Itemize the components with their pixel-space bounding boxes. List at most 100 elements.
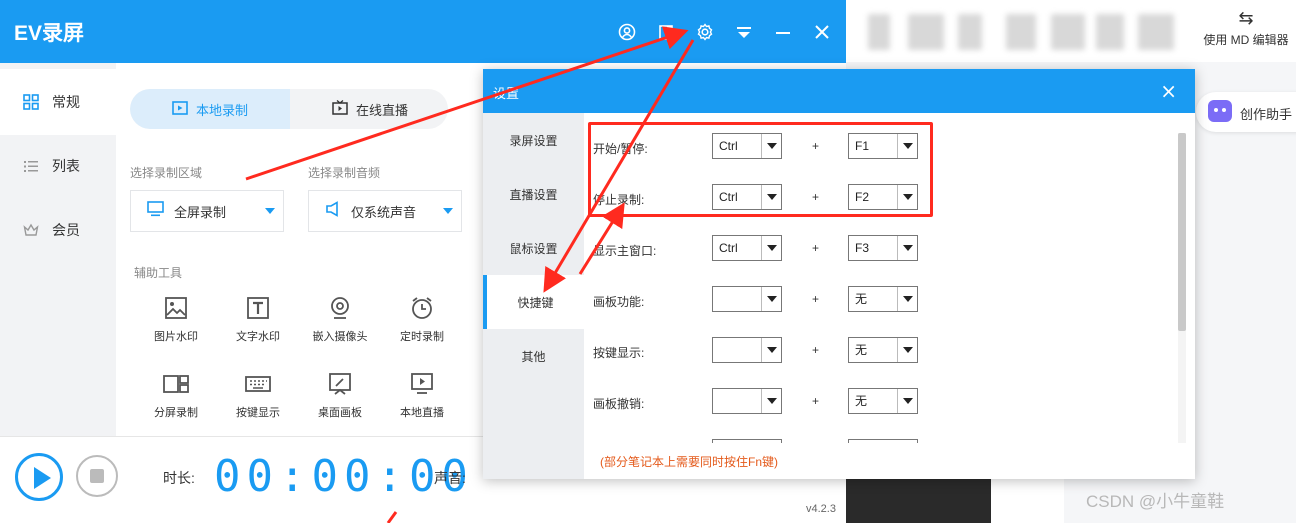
blurred-toolbar [846, 0, 1196, 62]
sidebar-item-list[interactable]: 列表 [0, 133, 116, 199]
list-icon [22, 157, 40, 175]
key-select[interactable]: F3 [848, 235, 918, 261]
monitor-play-icon [381, 372, 463, 396]
modifier-select[interactable] [712, 439, 782, 443]
watermark: CSDN @小牛童鞋 [1086, 492, 1225, 511]
tool-local-live[interactable]: 本地直播 [381, 372, 463, 420]
hotkey-label: 按键显示: [593, 346, 645, 360]
tool-embed-camera[interactable]: 嵌入摄像头 [299, 296, 381, 344]
tool-image-watermark[interactable]: 图片水印 [135, 296, 217, 344]
split-screen-icon [135, 372, 217, 396]
close-icon[interactable]: × [1160, 79, 1177, 103]
sidebar-item-label: 会员 [52, 222, 80, 238]
tool-label: 分屏录制 [154, 407, 198, 419]
tab-other[interactable]: 其他 [483, 329, 584, 383]
modifier-select[interactable] [712, 337, 782, 363]
drawing-board-icon [299, 372, 381, 396]
user-icon[interactable] [615, 20, 639, 44]
md-editor-label: 使用 MD 编辑器 [1203, 33, 1289, 47]
modifier-select[interactable] [712, 286, 782, 312]
swap-icon: ⇆ [1238, 8, 1254, 29]
tool-label: 按键显示 [236, 407, 280, 419]
record-area-label: 选择录制区域 [130, 166, 203, 180]
plus-sign: + [812, 292, 820, 306]
hotkey-label: 显示主窗口: [593, 244, 657, 258]
select-value: 无 [855, 292, 868, 306]
chevron-down-icon [761, 338, 781, 362]
speaker-icon [325, 200, 341, 222]
blurred-item [868, 14, 890, 50]
tool-desktop-board[interactable]: 桌面画板 [299, 372, 381, 420]
settings-gear-icon[interactable] [693, 20, 717, 44]
hotkey-row-board-undo: 画板撤销: + 无 [584, 388, 1184, 418]
tab-local-record[interactable]: 本地录制 [130, 89, 290, 129]
plus-sign: + [812, 394, 820, 408]
live-icon [332, 100, 348, 118]
play-button[interactable] [15, 453, 63, 501]
sidebar-item-label: 常规 [52, 94, 80, 110]
tool-split-screen[interactable]: 分屏录制 [135, 372, 217, 420]
creation-assistant-button[interactable]: 创作助手 [1196, 92, 1296, 132]
tab-mouse-settings[interactable]: 鼠标设置 [483, 221, 584, 275]
annotation-highlight-box [588, 122, 933, 217]
tool-timed-record[interactable]: 定时录制 [381, 296, 463, 344]
modifier-select[interactable] [712, 388, 782, 414]
plus-sign: + [812, 241, 820, 255]
modifier-select[interactable]: Ctrl [712, 235, 782, 261]
tab-live-stream[interactable]: 在线直播 [290, 89, 448, 129]
tab-live-settings[interactable]: 直播设置 [483, 167, 584, 221]
tool-label: 桌面画板 [318, 407, 362, 419]
chevron-down-icon [897, 389, 917, 413]
tool-label: 嵌入摄像头 [312, 331, 368, 343]
hotkey-row-show-main: 显示主窗口: Ctrl + F3 [584, 235, 1184, 265]
minimize-icon[interactable] [771, 20, 795, 44]
sidebar-item-vip[interactable]: 会员 [0, 197, 116, 263]
blurred-item [908, 14, 944, 50]
tool-label: 图片水印 [154, 331, 198, 343]
chevron-down-icon [761, 287, 781, 311]
md-editor-button[interactable]: ⇆ 使用 MD 编辑器 [1196, 0, 1296, 62]
camera-icon [299, 296, 381, 320]
record-audio-dropdown[interactable]: 仅系统声音 [308, 190, 462, 232]
skin-icon[interactable] [654, 20, 678, 44]
key-select[interactable]: 无 [848, 388, 918, 414]
fn-key-note: (部分笔记本上需要同时按住Fn键) [600, 455, 778, 469]
record-area-dropdown[interactable]: 全屏录制 [130, 190, 284, 232]
tab-hotkeys[interactable]: 快捷键 [483, 275, 584, 329]
scrollbar-thumb[interactable] [1178, 133, 1186, 331]
crown-icon [22, 221, 40, 239]
hotkey-label: 画板撤销: [593, 397, 645, 411]
chevron-down-icon [443, 208, 453, 214]
local-record-icon [172, 100, 188, 118]
sound-label: 声音: [434, 470, 466, 486]
tools-label: 辅助工具 [134, 266, 183, 280]
sidebar-item-label: 列表 [52, 158, 80, 174]
robot-icon [1208, 100, 1232, 122]
tool-key-display[interactable]: 按键显示 [217, 372, 299, 420]
chevron-down-icon [897, 236, 917, 260]
menu-icon[interactable] [732, 20, 756, 44]
close-icon[interactable] [810, 20, 834, 44]
select-value: Ctrl [719, 241, 738, 255]
hotkey-row-key-display: 按键显示: + 无 [584, 337, 1184, 367]
tool-text-watermark[interactable]: 文字水印 [217, 296, 299, 344]
blurred-item [1051, 14, 1085, 50]
tab-record-settings[interactable]: 录屏设置 [483, 113, 584, 167]
screen: ⇆ 使用 MD 编辑器 创作助手 CSDN @小牛童鞋 EV录屏 常规 列表 会… [0, 0, 1296, 523]
chevron-down-icon [761, 389, 781, 413]
key-select[interactable] [848, 439, 918, 443]
tab-label: 在线直播 [355, 102, 408, 118]
blurred-item [1006, 14, 1036, 50]
stop-button[interactable] [76, 455, 118, 497]
blurred-item [958, 14, 982, 50]
record-audio-value: 仅系统声音 [351, 204, 417, 220]
chevron-down-icon [897, 338, 917, 362]
app-title: EV录屏 [14, 22, 85, 45]
key-select[interactable]: 无 [848, 286, 918, 312]
keyboard-icon [217, 372, 299, 396]
main-sidebar: 常规 列表 会员 [0, 63, 116, 436]
record-audio-label: 选择录制音频 [308, 166, 381, 180]
text-icon [217, 296, 299, 320]
key-select[interactable]: 无 [848, 337, 918, 363]
sidebar-item-general[interactable]: 常规 [0, 69, 116, 135]
